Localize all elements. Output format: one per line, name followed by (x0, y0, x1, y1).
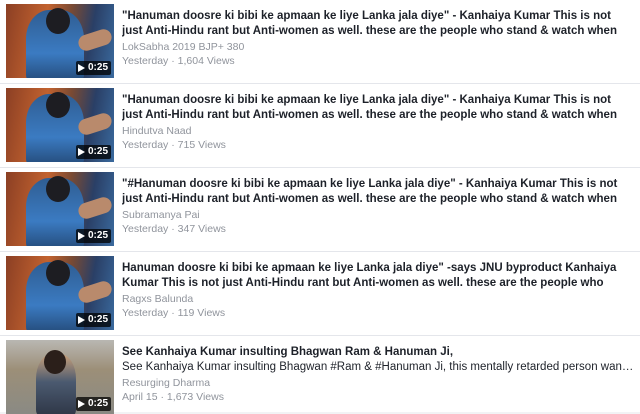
video-text-block: See Kanhaiya Kumar insulting Bhagwan Ram… (122, 345, 634, 404)
video-title[interactable]: See Kanhaiya Kumar insulting Bhagwan Ram… (122, 345, 634, 360)
thumbnail-head (46, 92, 70, 118)
video-thumbnail[interactable]: 0:25 (6, 4, 114, 78)
video-duration: 0:25 (87, 146, 108, 157)
video-source[interactable]: Ragxs Balunda (122, 292, 634, 306)
play-icon (77, 400, 85, 408)
video-thumbnail[interactable]: 0:25 (6, 172, 114, 246)
video-result-item[interactable]: 0:25 See Kanhaiya Kumar insulting Bhagwa… (0, 336, 640, 414)
video-meta: Yesterday · 119 Views (122, 307, 226, 319)
video-text-block: Hanuman doosre ki bibi ke apmaan ke liye… (122, 261, 634, 320)
video-duration: 0:25 (87, 314, 108, 325)
video-source[interactable]: Hindutva Naad (122, 124, 634, 138)
video-source[interactable]: LokSabha 2019 BJP+ 380 (122, 40, 634, 54)
video-thumbnail[interactable]: 0:25 (6, 340, 114, 414)
video-duration: 0:25 (87, 398, 108, 409)
video-duration: 0:25 (87, 62, 108, 73)
video-source[interactable]: Resurging Dharma (122, 376, 634, 390)
video-duration: 0:25 (87, 230, 108, 241)
video-result-item[interactable]: 0:25 "#Hanuman doosre ki bibi ke apmaan … (0, 168, 640, 252)
video-description: See Kanhaiya Kumar insulting Bhagwan #Ra… (122, 361, 634, 373)
video-title[interactable]: "Hanuman doosre ki bibi ke apmaan ke liy… (122, 93, 634, 123)
video-meta: Yesterday · 715 Views (122, 139, 226, 151)
thumbnail-head (46, 260, 70, 286)
video-result-item[interactable]: 0:25 "Hanuman doosre ki bibi ke apmaan k… (0, 0, 640, 84)
video-title[interactable]: "Hanuman doosre ki bibi ke apmaan ke liy… (122, 9, 634, 39)
video-text-block: "#Hanuman doosre ki bibi ke apmaan ke li… (122, 177, 634, 236)
video-result-item[interactable]: 0:25 Hanuman doosre ki bibi ke apmaan ke… (0, 252, 640, 336)
play-duration-badge: 0:25 (75, 397, 111, 411)
video-title[interactable]: "#Hanuman doosre ki bibi ke apmaan ke li… (122, 177, 634, 207)
video-thumbnail[interactable]: 0:25 (6, 88, 114, 162)
play-duration-badge: 0:25 (75, 229, 111, 243)
video-results-list: 0:25 "Hanuman doosre ki bibi ke apmaan k… (0, 0, 640, 414)
video-text-block: "Hanuman doosre ki bibi ke apmaan ke liy… (122, 93, 634, 152)
video-meta: Yesterday · 1,604 Views (122, 55, 235, 67)
video-title[interactable]: Hanuman doosre ki bibi ke apmaan ke liye… (122, 261, 634, 291)
video-meta: Yesterday · 347 Views (122, 223, 226, 235)
play-icon (77, 148, 85, 156)
video-source[interactable]: Subramanya Pai (122, 208, 634, 222)
play-icon (77, 316, 85, 324)
video-thumbnail[interactable]: 0:25 (6, 256, 114, 330)
thumbnail-head (46, 8, 70, 34)
play-duration-badge: 0:25 (75, 61, 111, 75)
play-duration-badge: 0:25 (75, 145, 111, 159)
play-duration-badge: 0:25 (75, 313, 111, 327)
video-meta: April 15 · 1,673 Views (122, 391, 224, 403)
thumbnail-head (46, 176, 70, 202)
play-icon (77, 232, 85, 240)
play-icon (77, 64, 85, 72)
video-result-item[interactable]: 0:25 "Hanuman doosre ki bibi ke apmaan k… (0, 84, 640, 168)
thumbnail-head (44, 350, 66, 374)
video-text-block: "Hanuman doosre ki bibi ke apmaan ke liy… (122, 9, 634, 68)
